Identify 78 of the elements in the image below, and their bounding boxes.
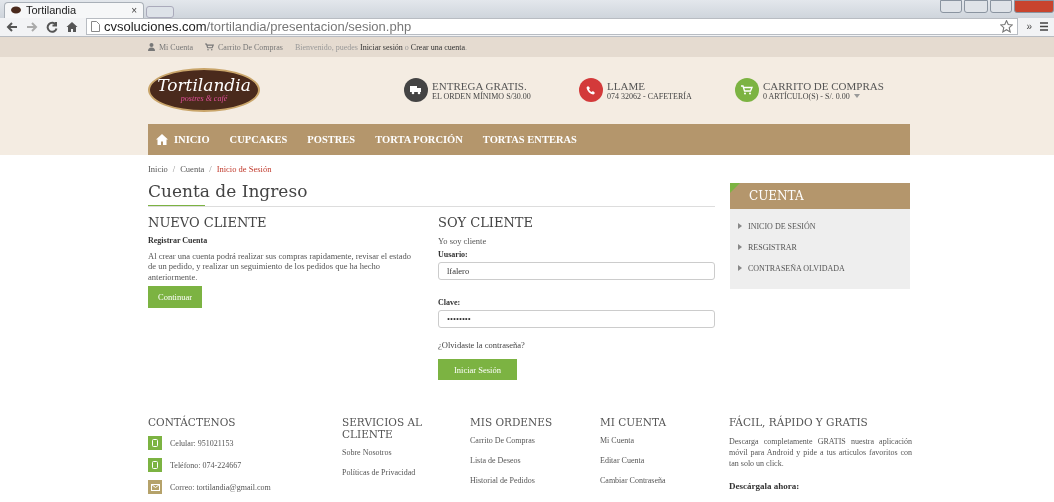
maximize-button[interactable] — [990, 0, 1012, 13]
description-text: Al crear una cuenta podrá realizar sus compras rapidamente, revisar el estado de un pedido, y realizar un seguimiento de los pedidos que ha hecho anteriormente. — [148, 250, 412, 282]
field-label: Clave: — [438, 298, 461, 307]
phone-icon — [586, 85, 596, 96]
contact-text: Celular: 951021153 — [170, 438, 234, 448]
extensions-button[interactable]: » — [1026, 21, 1032, 33]
caret-icon[interactable] — [853, 94, 860, 99]
address-bar[interactable]: cvsoluciones.com/tortilandia/presentacion/sesion.php — [86, 18, 1019, 36]
info-detail: 0 ARTÍCULO(S) - S/. 0.00 — [763, 91, 850, 101]
triangle-icon — [738, 265, 742, 271]
section-subheading: Registrar Cuenta — [148, 235, 208, 245]
footer-link[interactable]: Historial de Pedidos — [470, 476, 600, 485]
minimize-button[interactable] — [964, 0, 988, 13]
mobile-icon — [152, 461, 158, 469]
site-icon — [11, 6, 21, 15]
info-title: CARRITO DE COMPRAS — [763, 79, 884, 92]
corner-icon — [730, 182, 740, 193]
forward-icon[interactable] — [26, 20, 38, 33]
back-icon[interactable] — [6, 20, 18, 33]
login-link[interactable]: Iniciar sesión — [360, 42, 403, 52]
info-title: LLAME — [607, 79, 646, 92]
footer-link[interactable]: Editar Cuenta — [600, 456, 729, 465]
sidebar-link[interactable]: INICIO DE SESIÓN — [748, 221, 816, 231]
forgot-password-link[interactable]: ¿Olvidaste la contraseña? — [438, 340, 525, 350]
account-link[interactable]: Mi Cuenta — [148, 42, 193, 52]
sidebar-link[interactable]: RESGISTRAR — [748, 242, 797, 252]
footer-heading: CONTÁCTENOS — [148, 416, 237, 428]
contact-text: Correo: tortilandia@gmail.com — [170, 482, 271, 492]
home-icon[interactable] — [66, 20, 78, 33]
footer-link[interactable]: Lista de Deseos — [470, 456, 600, 465]
browser-tab[interactable]: Tortilandia × — [4, 1, 144, 18]
sidebar-title: CUENTA — [730, 182, 910, 209]
info-detail: 074 32062 - CAFETERÍA — [607, 91, 692, 101]
download-heading: Descárgala ahora: — [729, 481, 801, 491]
footer-link[interactable]: Mi Cuenta — [600, 436, 729, 445]
triangle-icon — [738, 223, 742, 229]
contact-text: Teléfono: 074-224667 — [170, 460, 242, 470]
user-icon — [148, 43, 155, 52]
breadcrumb-link[interactable]: Cuenta — [180, 163, 205, 181]
mobile-icon — [152, 439, 158, 447]
triangle-icon — [738, 244, 742, 250]
cart-link[interactable]: Carrito De Compras — [205, 42, 283, 52]
field-label: Uusario: — [438, 250, 468, 259]
close-button[interactable] — [1014, 0, 1054, 13]
tab-title: Tortilandia — [26, 4, 78, 17]
info-detail: EL ORDEN MÍNIMO S/30.00 — [432, 91, 531, 101]
footer-link[interactable]: Carrito De Compras — [470, 436, 600, 445]
logo[interactable]: Tortilandia postres & café — [148, 68, 260, 113]
breadcrumb-separator: / — [172, 163, 176, 176]
sidebar-link[interactable]: CONTRASEÑA OLVIDADA — [748, 263, 845, 273]
section-subheading: Yo soy cliente — [438, 235, 487, 246]
footer-link[interactable]: Políticas de Privacidad — [342, 468, 470, 477]
input-field[interactable]: •••••••• — [438, 310, 715, 328]
new-tab-button[interactable] — [146, 5, 174, 18]
user-button[interactable] — [940, 0, 962, 13]
footer-link[interactable]: Cambiar Contraseña — [600, 476, 729, 485]
input-field[interactable]: lfalero — [438, 262, 715, 280]
breadcrumb-link[interactable]: Inicio — [148, 163, 168, 181]
cart-icon — [741, 85, 753, 96]
section-heading: NUEVO CLIENTE — [148, 214, 267, 230]
app-description: Descarga completamente GRATIS nuestra aplicación móvil para Android y pide a tus articulos favoritos con tan solo un click. — [729, 436, 912, 469]
footer-link[interactable]: Sobre Nosotros — [342, 448, 470, 457]
tab-close-button[interactable]: × — [131, 4, 137, 16]
footer-heading: MI CUENTA — [600, 416, 667, 428]
menu-icon[interactable] — [1040, 22, 1048, 32]
breadcrumb-separator: / — [209, 163, 212, 176]
reload-icon[interactable] — [46, 20, 58, 33]
footer-heading: FÁCIL, RÁPIDO Y GRATIS — [729, 416, 869, 428]
footer-heading: SERVICIOS AL CLIENTE — [342, 416, 422, 440]
truck-icon — [410, 85, 422, 96]
section-heading: SOY CLIENTE — [438, 214, 534, 230]
page-title: Cuenta de Ingreso — [148, 180, 715, 207]
page-icon — [91, 21, 100, 33]
info-title: ENTREGA GRATIS. — [432, 79, 528, 92]
breadcrumb-link[interactable]: Inicio de Sesión — [216, 163, 272, 181]
footer-heading: MIS ORDENES — [470, 416, 554, 428]
cart-icon — [205, 43, 214, 52]
star-icon[interactable] — [1000, 20, 1014, 34]
